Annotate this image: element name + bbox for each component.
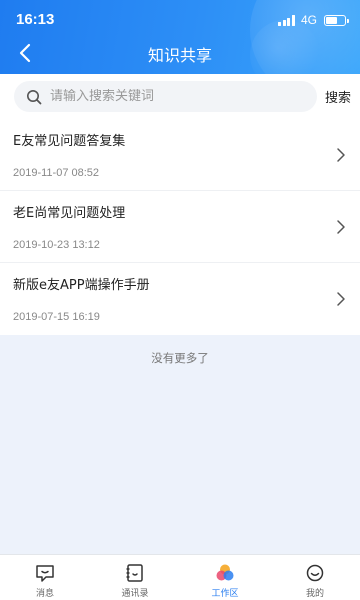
contacts-icon <box>126 564 143 582</box>
header: 16:13 4G 知识共享 <box>0 0 360 74</box>
item-date: 2019-11-07 08:52 <box>13 167 100 179</box>
no-more-text: 没有更多了 <box>151 351 209 365</box>
tab-profile[interactable]: 我的 <box>270 555 360 600</box>
tab-label: 通讯录 <box>121 589 149 599</box>
search-bar: 搜索 <box>0 74 360 119</box>
list-item[interactable]: 新版e友APP端操作手册 2019-07-15 16:19 <box>0 263 360 335</box>
nav-bar: 知识共享 <box>0 36 360 70</box>
profile-icon <box>306 564 324 582</box>
item-date: 2019-10-23 13:12 <box>13 239 100 251</box>
chevron-right-icon <box>337 292 345 306</box>
item-title: E友常见问题答复集 <box>13 134 126 149</box>
network-type: 4G <box>300 13 317 27</box>
chevron-right-icon <box>337 148 345 162</box>
article-list: E友常见问题答复集 2019-11-07 08:52 老E尚常见问题处理 201… <box>0 119 360 335</box>
tab-workspace[interactable]: 工作区 <box>180 555 270 600</box>
tab-label: 我的 <box>305 589 324 599</box>
search-box[interactable] <box>14 81 317 112</box>
status-time: 16:13 <box>16 11 55 28</box>
search-input[interactable] <box>50 89 300 104</box>
battery-icon <box>324 14 349 26</box>
item-title: 老E尚常见问题处理 <box>13 206 126 221</box>
item-title: 新版e友APP端操作手册 <box>13 278 150 293</box>
tab-messages[interactable]: 消息 <box>0 555 90 600</box>
status-bar: 16:13 4G <box>0 0 360 36</box>
tab-label: 工作区 <box>211 589 239 599</box>
page-title: 知识共享 <box>147 46 212 65</box>
signal-icon <box>278 14 295 26</box>
status-indicators: 4G <box>278 13 349 27</box>
list-item[interactable]: 老E尚常见问题处理 2019-10-23 13:12 <box>0 191 360 263</box>
tab-label: 消息 <box>35 589 54 599</box>
item-date: 2019-07-15 16:19 <box>13 311 100 323</box>
workspace-icon <box>216 564 234 581</box>
chevron-right-icon <box>337 220 345 234</box>
list-item[interactable]: E友常见问题答复集 2019-11-07 08:52 <box>0 119 360 191</box>
message-icon <box>36 565 54 582</box>
search-icon <box>27 89 42 104</box>
tab-bar: 消息 通讯录 工作区 我的 <box>0 554 360 600</box>
search-button[interactable]: 搜索 <box>325 87 351 106</box>
tab-contacts[interactable]: 通讯录 <box>90 555 180 600</box>
